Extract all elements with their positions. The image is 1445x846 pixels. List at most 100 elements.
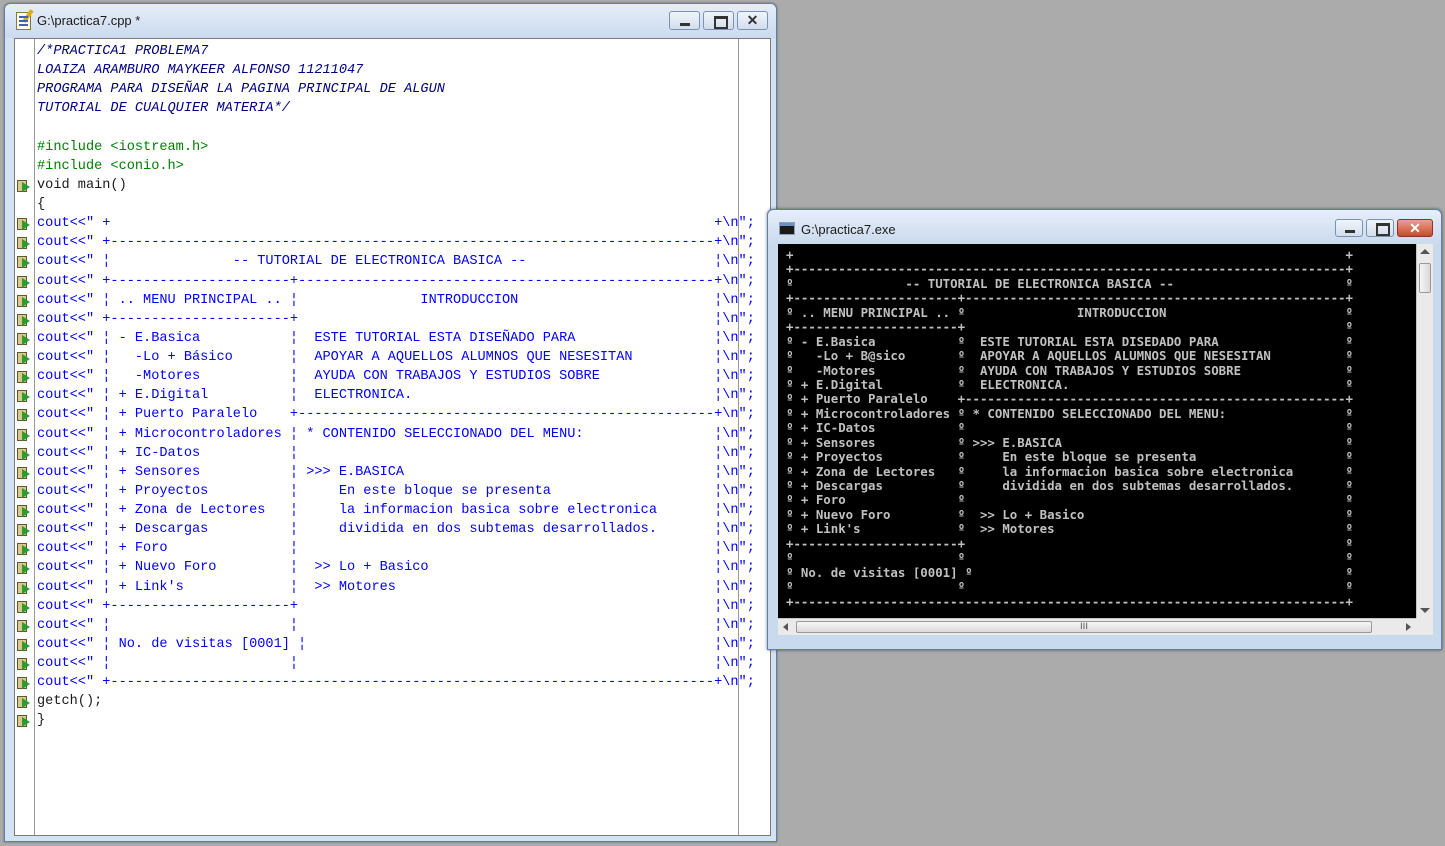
console-line: º + Microcontroladores º * CONTENIDO SEL…: [786, 405, 1353, 421]
editor-title: G:\practica7.cpp *: [37, 13, 141, 28]
code-line[interactable]: cout<<" +-------------------------------…: [17, 673, 768, 692]
console-output[interactable]: + + +------------------------------------…: [778, 244, 1416, 618]
code-line[interactable]: LOAIZA ARAMBURO MAYKEER ALFONSO 11211047: [37, 61, 768, 80]
vertical-scroll-thumb[interactable]: [1419, 263, 1431, 293]
scroll-down-icon[interactable]: [1420, 608, 1430, 613]
breakpoint-arrow-icon[interactable]: [17, 503, 31, 517]
code-line[interactable]: cout<<" ¦ No. de visitas [0001] ¦ ¦\n";: [17, 635, 768, 654]
breakpoint-arrow-icon[interactable]: [17, 522, 31, 537]
code-line[interactable]: cout<<" ¦ + Foro ¦ ¦\n";: [17, 539, 768, 558]
code-line[interactable]: cout<<" +----------------------+ ¦\n";: [17, 310, 768, 329]
code-line[interactable]: cout<<" +----------------------+ ¦\n";: [17, 597, 768, 616]
code-line[interactable]: cout<<" +-------------------------------…: [17, 233, 768, 252]
code-line[interactable]: /*PRACTICA1 PROBLEMA7: [37, 42, 768, 61]
minimize-button[interactable]: [669, 11, 700, 30]
code-line[interactable]: cout<<" ¦ ¦ ¦\n";: [17, 616, 768, 635]
breakpoint-arrow-icon[interactable]: [17, 656, 31, 670]
code-line-text: PROGRAMA PARA DISEÑAR LA PAGINA PRINCIPA…: [37, 82, 445, 98]
console-line: º .. MENU PRINCIPAL .. º INTRODUCCION º: [786, 304, 1353, 320]
console-line: º + Descargas º dividida en dos subtemas…: [786, 478, 1353, 493]
vertical-scrollbar[interactable]: [1416, 244, 1433, 618]
code-editor[interactable]: /*PRACTICA1 PROBLEMA7 LOAIZA ARAMBURO MAY…: [14, 38, 771, 836]
breakpoint-arrow-icon[interactable]: [17, 713, 31, 728]
breakpoint-arrow-icon[interactable]: [17, 178, 31, 192]
code-line[interactable]: cout<<" ¦ + Puerto Paralelo +-----------…: [17, 405, 768, 424]
editor-titlebar[interactable]: G:\practica7.cpp * ✕: [5, 4, 776, 38]
scroll-left-icon[interactable]: [783, 623, 788, 631]
code-line-text: cout<<" ¦ + Sensores ¦ >>> E.BASICA ¦\n"…: [37, 464, 755, 480]
code-line[interactable]: cout<<" +----------------------+--------…: [17, 272, 768, 291]
breakpoint-arrow-icon[interactable]: [17, 484, 31, 498]
code-line-text: cout<<" ¦ -Lo + Básico ¦ APOYAR A AQUELL…: [37, 350, 755, 365]
code-line[interactable]: cout<<" ¦ -Lo + Básico ¦ APOYAR A AQUELL…: [17, 348, 768, 367]
breakpoint-arrow-icon[interactable]: [17, 675, 31, 690]
code-line[interactable]: cout<<" ¦ + Nuevo Foro ¦ >> Lo + Basico …: [17, 558, 768, 577]
code-line[interactable]: cout<<" ¦ ¦ ¦\n";: [17, 654, 768, 673]
horizontal-scrollbar[interactable]: III: [778, 618, 1416, 635]
code-line[interactable]: getch();: [17, 692, 768, 711]
code-line[interactable]: cout<<" ¦ + Proyectos ¦ En este bloque s…: [17, 482, 768, 501]
console-minimize-button[interactable]: [1335, 219, 1363, 237]
code-line[interactable]: cout<<" + +\n";: [17, 214, 768, 233]
code-line[interactable]: cout<<" ¦ + Zona de Lectores ¦ la inform…: [17, 501, 768, 520]
breakpoint-arrow-icon[interactable]: [17, 254, 31, 269]
console-close-button[interactable]: ✕: [1397, 219, 1433, 237]
code-line-text: cout<<" +----------------------+ ¦\n";: [37, 598, 755, 614]
code-line[interactable]: cout<<" ¦ -Motores ¦ AYUDA CON TRABAJOS …: [17, 367, 768, 386]
breakpoint-arrow-icon[interactable]: [17, 293, 31, 307]
breakpoint-arrow-icon[interactable]: [17, 637, 31, 651]
breakpoint-arrow-icon[interactable]: [17, 580, 31, 594]
breakpoint-arrow-icon[interactable]: [17, 216, 31, 231]
console-titlebar[interactable]: G:\practica7.exe ✕: [768, 210, 1441, 244]
code-line[interactable]: cout<<" ¦ - E.Basica ¦ ESTE TUTORIAL EST…: [17, 329, 768, 348]
code-line[interactable]: [37, 119, 768, 138]
breakpoint-arrow-icon[interactable]: [17, 388, 31, 403]
code-line[interactable]: TUTORIAL DE CUALQUIER MATERIA*/: [37, 99, 768, 118]
code-line[interactable]: cout<<" ¦ + IC-Datos ¦ ¦\n";: [17, 444, 768, 463]
code-line[interactable]: PROGRAMA PARA DISEÑAR LA PAGINA PRINCIPA…: [37, 80, 768, 99]
breakpoint-arrow-icon[interactable]: [17, 312, 31, 326]
close-button[interactable]: ✕: [737, 11, 768, 30]
code-line[interactable]: cout<<" ¦ + Microcontroladores ¦ * CONTE…: [17, 425, 768, 444]
code-area[interactable]: /*PRACTICA1 PROBLEMA7 LOAIZA ARAMBURO MAY…: [17, 42, 768, 731]
breakpoint-arrow-icon[interactable]: [17, 369, 31, 384]
code-line[interactable]: cout<<" ¦ + Sensores ¦ >>> E.BASICA ¦\n"…: [17, 463, 768, 482]
breakpoint-arrow-icon[interactable]: [17, 446, 31, 460]
breakpoint-arrow-icon[interactable]: [17, 235, 31, 250]
breakpoint-arrow-icon[interactable]: [17, 541, 31, 556]
breakpoint-arrow-icon[interactable]: [17, 407, 31, 422]
code-line-text: cout<<" ¦ .. MENU PRINCIPAL .. ¦ INTRODU…: [37, 292, 755, 308]
code-line[interactable]: void main(): [17, 176, 768, 195]
code-line[interactable]: {: [37, 195, 768, 214]
console-maximize-button[interactable]: [1366, 219, 1394, 237]
code-line[interactable]: cout<<" ¦ + Link's ¦ >> Motores ¦\n";: [17, 578, 768, 597]
maximize-button[interactable]: [703, 11, 734, 30]
breakpoint-arrow-icon[interactable]: [17, 350, 31, 364]
code-line-text: #include <conio.h>: [37, 158, 184, 174]
breakpoint-arrow-icon[interactable]: [17, 274, 31, 288]
code-line[interactable]: #include <conio.h>: [37, 157, 768, 176]
code-line[interactable]: #include <iostream.h>: [37, 138, 768, 157]
code-line[interactable]: cout<<" ¦ -- TUTORIAL DE ELECTRONICA BAS…: [17, 252, 768, 271]
code-line[interactable]: cout<<" ¦ + Descargas ¦ dividida en dos …: [17, 520, 768, 539]
scroll-right-icon[interactable]: [1406, 623, 1411, 631]
console-app-icon: [779, 222, 795, 235]
code-line[interactable]: cout<<" ¦ + E.Digital ¦ ELECTRONICA. ¦\n…: [17, 386, 768, 405]
scroll-up-icon[interactable]: [1420, 249, 1430, 254]
breakpoint-arrow-icon[interactable]: [17, 618, 31, 632]
code-line-text: cout<<" ¦ - E.Basica ¦ ESTE TUTORIAL EST…: [37, 330, 755, 346]
breakpoint-arrow-icon[interactable]: [17, 427, 31, 441]
console-window-controls: ✕: [1335, 219, 1433, 237]
console-line: º -Lo + B@sico º APOYAR A AQUELLOS ALUMN…: [786, 348, 1353, 364]
code-line[interactable]: }: [17, 711, 768, 730]
breakpoint-arrow-icon[interactable]: [17, 560, 31, 575]
code-line-text: /*PRACTICA1 PROBLEMA7: [37, 44, 209, 59]
code-line[interactable]: cout<<" ¦ .. MENU PRINCIPAL .. ¦ INTRODU…: [17, 291, 768, 310]
breakpoint-arrow-icon[interactable]: [17, 599, 31, 613]
horizontal-scroll-thumb[interactable]: III: [796, 621, 1372, 633]
code-line-text: cout<<" ¦ + Zona de Lectores ¦ la inform…: [37, 503, 755, 518]
breakpoint-arrow-icon[interactable]: [17, 694, 31, 709]
breakpoint-arrow-icon[interactable]: [17, 331, 31, 345]
breakpoint-arrow-icon[interactable]: [17, 465, 31, 479]
code-line-text: cout<<" +----------------------+--------…: [37, 273, 755, 289]
